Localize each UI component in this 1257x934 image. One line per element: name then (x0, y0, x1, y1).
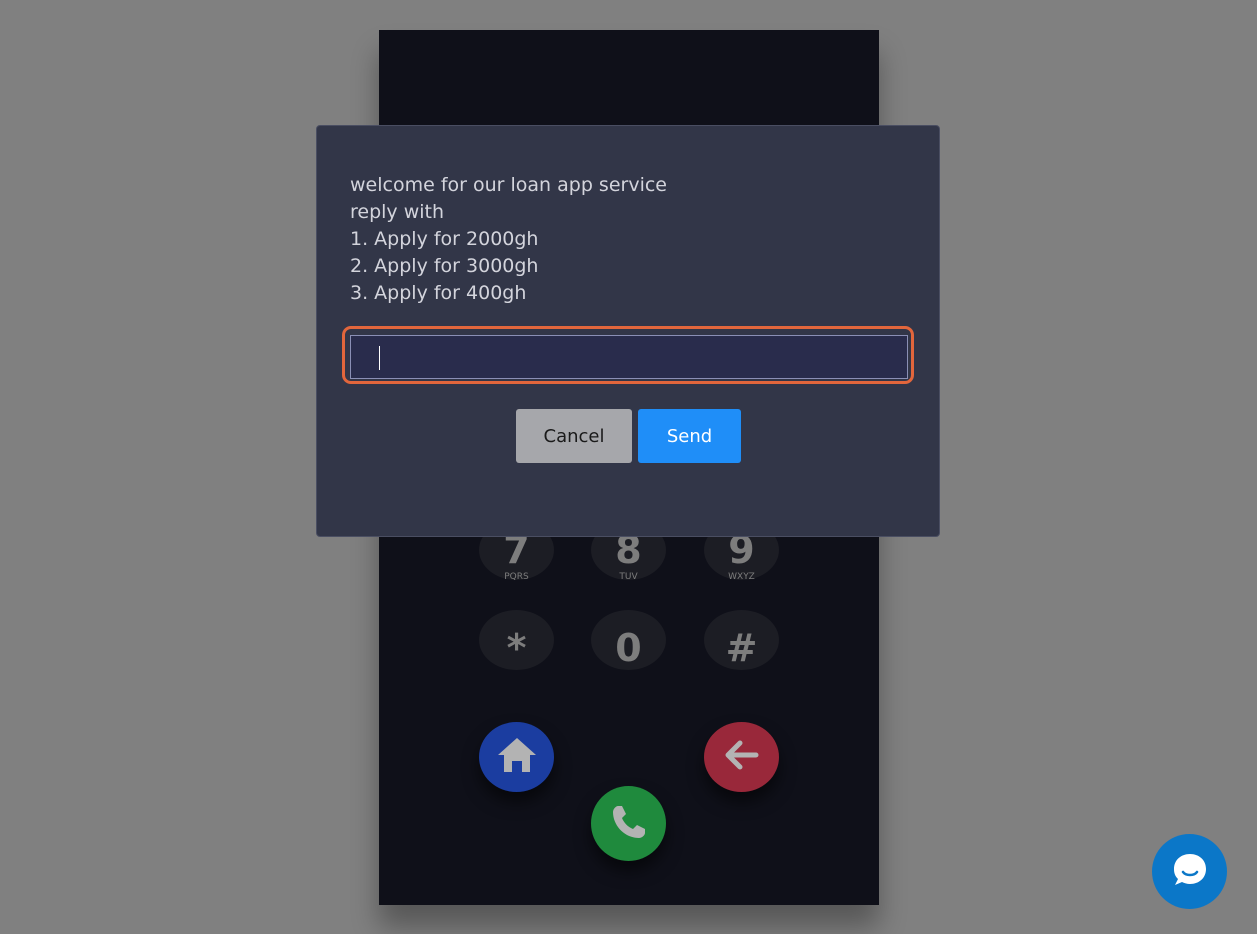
text-caret (379, 346, 380, 370)
key-hash[interactable]: # (704, 610, 779, 670)
key-0[interactable]: 0 (591, 610, 666, 670)
chat-widget-button[interactable] (1152, 834, 1227, 909)
message-line: welcome for our loan app service (350, 174, 667, 196)
key-letters: WXYZ (728, 572, 755, 582)
key-star[interactable]: * (479, 610, 554, 670)
message-line: 1. Apply for 2000gh (350, 228, 539, 250)
message-line: reply with (350, 201, 445, 223)
key-digit: 0 (615, 626, 642, 670)
home-button[interactable] (479, 722, 554, 792)
arrow-left-icon (724, 740, 760, 774)
phone-icon (609, 802, 649, 846)
ussd-dialog: welcome for our loan app service reply w… (316, 125, 940, 537)
reply-input-focus-ring (342, 326, 914, 384)
key-digit: # (725, 626, 758, 670)
cancel-button[interactable]: Cancel (516, 409, 632, 463)
key-digit: * (506, 626, 527, 670)
send-button[interactable]: Send (638, 409, 741, 463)
message-line: 3. Apply for 400gh (350, 282, 527, 304)
reply-input[interactable] (350, 335, 908, 379)
chat-bubble-icon (1170, 850, 1210, 894)
message-line: 2. Apply for 3000gh (350, 255, 539, 277)
home-icon (495, 735, 539, 779)
call-button[interactable] (591, 786, 666, 861)
dialog-message: welcome for our loan app service reply w… (350, 172, 667, 307)
key-letters: PQRS (504, 572, 529, 582)
back-button[interactable] (704, 722, 779, 792)
key-letters: TUV (619, 572, 638, 582)
